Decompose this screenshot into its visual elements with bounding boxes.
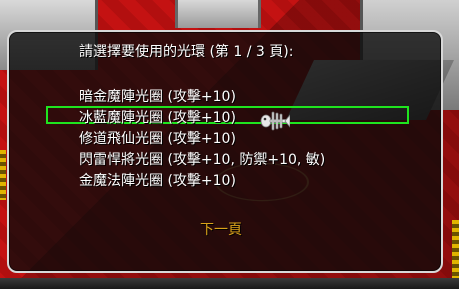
aura-option[interactable]: 閃雷悍將光圈 (攻擊+10, 防禦+10, 敏) <box>79 150 325 171</box>
aura-option-list: 暗金魔陣光圈 (攻擊+10) 冰藍魔陣光圈 (攻擊+10) 修道飛仙光圈 (攻擊… <box>79 87 325 192</box>
hud-edge-right <box>452 220 459 280</box>
fish-bone-cursor-icon <box>260 111 290 131</box>
game-scene: 請選擇要使用的光環 (第 1 / 3 頁): 暗金魔陣光圈 (攻擊+10) 冰藍… <box>0 0 459 289</box>
next-page-button[interactable]: 下一頁 <box>200 219 242 239</box>
aura-option[interactable]: 金魔法陣光圈 (攻擊+10) <box>79 171 325 192</box>
hud-edge-left <box>0 150 6 200</box>
dialog-title: 請選擇要使用的光環 (第 1 / 3 頁): <box>79 44 294 60</box>
aura-option[interactable]: 暗金魔陣光圈 (攻擊+10) <box>79 87 325 108</box>
hud-bar-bottom <box>0 278 459 289</box>
stone-pillar-top <box>175 0 261 28</box>
